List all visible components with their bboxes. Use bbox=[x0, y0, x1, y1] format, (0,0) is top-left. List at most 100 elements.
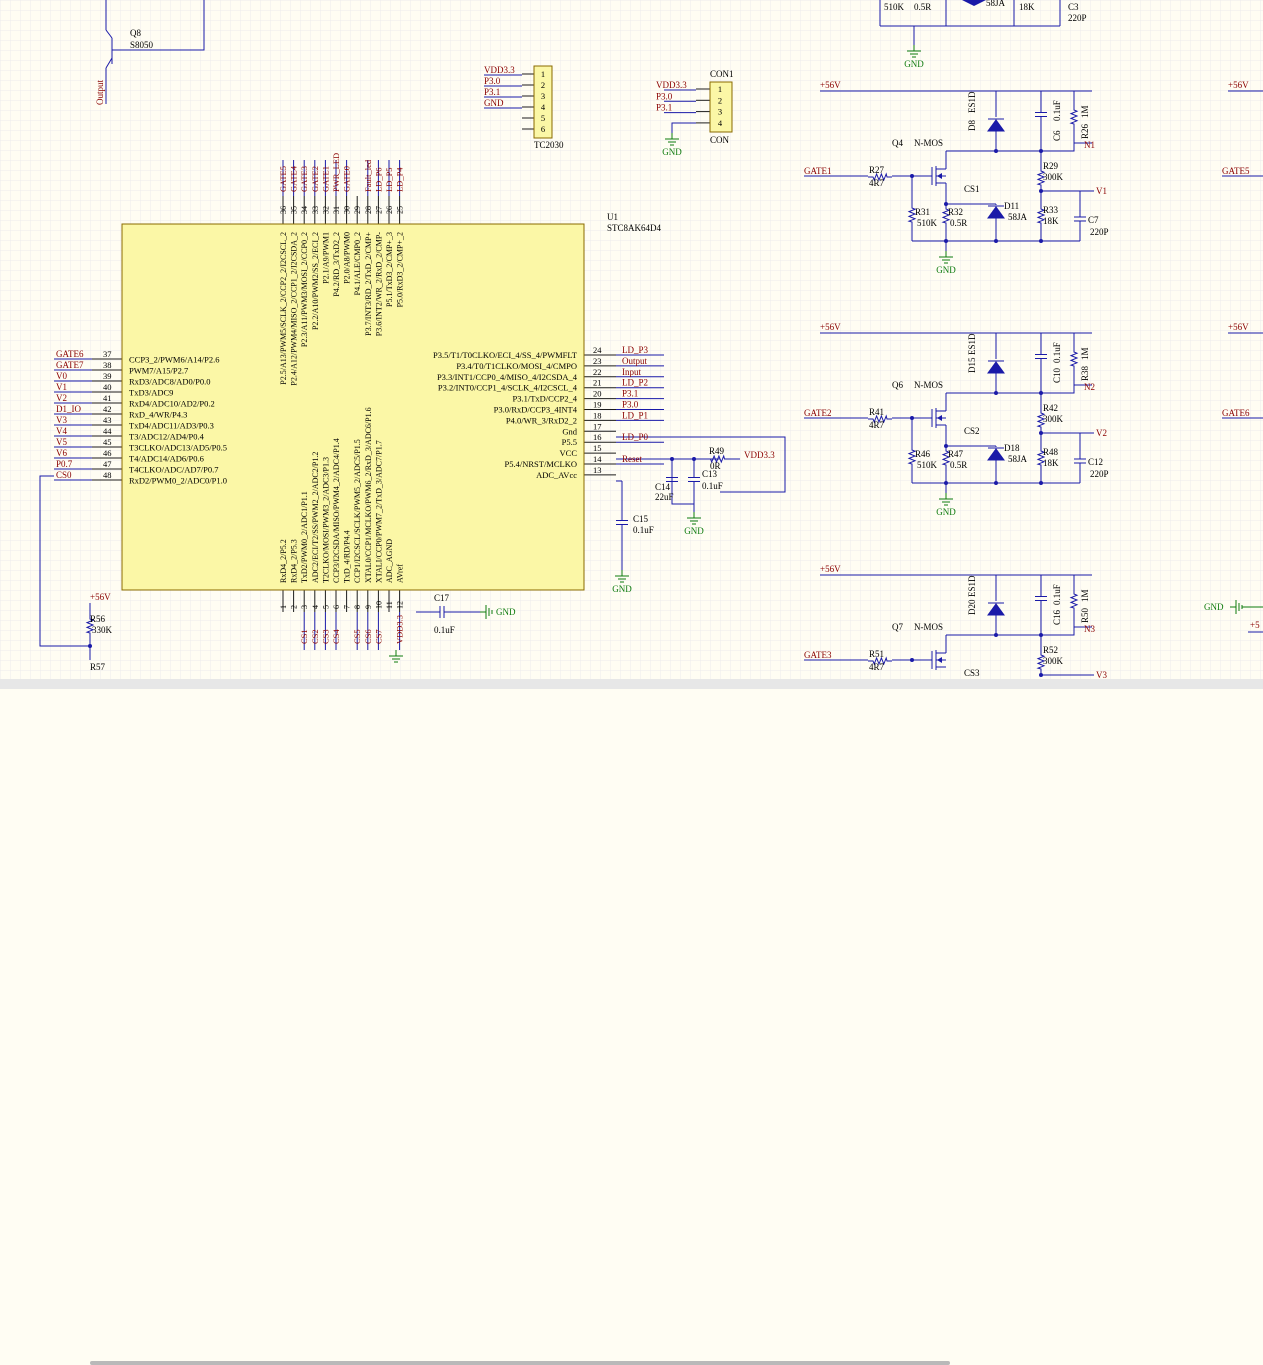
capacitor-label: C6 bbox=[1052, 130, 1062, 141]
net-label-v3: V3 bbox=[56, 415, 67, 425]
net-label: LD_P1 bbox=[622, 410, 648, 420]
resistor-value: 1M bbox=[1080, 589, 1090, 602]
partial-r-value: 510K bbox=[884, 2, 905, 12]
pin-number: 31 bbox=[332, 206, 341, 214]
net-label: LD_P0 bbox=[622, 432, 649, 442]
net-label: CS1 bbox=[299, 629, 309, 644]
resistor-value: 18K bbox=[1043, 458, 1059, 468]
gnd-label: GND bbox=[662, 147, 682, 157]
resistor-label: R38 bbox=[1080, 365, 1090, 381]
partial-c-label: C3 bbox=[1068, 2, 1079, 12]
q8-label: Q8 bbox=[130, 28, 141, 38]
net-label-gate7: GATE7 bbox=[56, 360, 84, 370]
pin-number: 22 bbox=[593, 367, 602, 377]
schematic-canvas[interactable]: U1STC8AK64D437CCP3_2/PWM6/A14/P2.6GATE63… bbox=[0, 0, 1263, 689]
supply-56v-label: +56V bbox=[820, 564, 841, 574]
junction-dot bbox=[1039, 391, 1043, 395]
output-net-label: Output bbox=[95, 80, 105, 106]
pin-number: 11 bbox=[385, 601, 394, 609]
connector-pin-number: 2 bbox=[718, 95, 722, 105]
net-label-p0.7: P0.7 bbox=[56, 459, 73, 469]
net-label-v2: V2 bbox=[56, 393, 67, 403]
net-label: LD_P4 bbox=[395, 167, 405, 192]
net-label: LD_P6 bbox=[373, 167, 383, 192]
net-label: PWR_LED bbox=[331, 153, 341, 192]
partial-r-value: 18K bbox=[1019, 2, 1035, 12]
junction-dot bbox=[1039, 673, 1043, 677]
pin-number: 37 bbox=[103, 349, 112, 359]
pin-number: 14 bbox=[593, 454, 602, 464]
gnd-label: GND bbox=[936, 265, 956, 275]
pin-name: P3.6/INT2/WR_2/RxD_2/CMP- bbox=[374, 232, 383, 337]
pin-name: CCP1/I2CSCL/SCLK/PWM5_2/ADC5/P1.5 bbox=[353, 439, 362, 583]
net-label: GATE4 bbox=[289, 165, 299, 192]
junction-dot bbox=[692, 457, 696, 461]
pin-name: T3/ADC12/AD4/P0.4 bbox=[129, 432, 205, 442]
pin-name: RxD3/ADC8/AD0/P0.0 bbox=[129, 377, 210, 387]
pin-name: P2.4/A12/PWM4/MISO_2/CCP1_2/I2CSDA_2 bbox=[290, 232, 299, 386]
net-label: Output bbox=[622, 356, 648, 366]
diode-part: ES1D bbox=[967, 91, 977, 113]
mosfet-designator: Q7 bbox=[892, 622, 903, 632]
pin-number: 18 bbox=[593, 410, 602, 420]
horizontal-scrollbar[interactable] bbox=[0, 679, 1263, 1365]
connector-net-label: VDD3.3 bbox=[656, 80, 687, 90]
gate-resistor-value: 4R7 bbox=[869, 420, 885, 430]
capacitor-label: C16 bbox=[1052, 609, 1062, 625]
net-label: LD_P5 bbox=[384, 167, 394, 192]
gnd-label: GND bbox=[496, 607, 516, 617]
pin-number: 43 bbox=[103, 415, 112, 425]
gate-resistor-label: R27 bbox=[869, 165, 885, 175]
pin-name: TxD4/ADC11/AD3/P0.3 bbox=[129, 421, 214, 431]
pin-name: RxD4_2/P5.3 bbox=[290, 539, 299, 583]
pin-name: RxD2/PWM0_2/ADC0/P1.0 bbox=[129, 476, 227, 486]
junction-dot bbox=[994, 149, 998, 153]
junction-dot bbox=[994, 239, 998, 243]
resistor-value: 510K bbox=[917, 218, 938, 228]
supply-56v-label: +56V bbox=[1228, 322, 1249, 332]
pin-number: 4 bbox=[311, 605, 320, 609]
pin-number: 47 bbox=[103, 459, 112, 469]
pin-name: TxD3/ADC9 bbox=[129, 388, 173, 398]
net-label: Fault_led bbox=[363, 159, 373, 192]
pin-name: P4.1/ALE/CMP0_2 bbox=[353, 232, 362, 295]
junction-dot bbox=[1039, 239, 1043, 243]
c17-label: C17 bbox=[434, 593, 450, 603]
net-label: CS6 bbox=[363, 629, 373, 644]
diode-part: ES1D bbox=[967, 575, 977, 597]
resistor-value: 0.5R bbox=[950, 218, 967, 228]
pin-name: CCP3/I2CSDA/MISO/PWM4_2/ADC4/P1.4 bbox=[332, 438, 341, 583]
resistor-label: R56 bbox=[90, 614, 106, 624]
net-label: P3.0 bbox=[622, 400, 639, 410]
pin-name: RxD_4/WR/P4.3 bbox=[129, 410, 187, 420]
capacitor-value: 0.1uF bbox=[1052, 342, 1062, 363]
resistor-value: 1M bbox=[1080, 105, 1090, 118]
net-label: GATE5 bbox=[278, 166, 288, 192]
pin-number: 40 bbox=[103, 382, 112, 392]
diode-label: D20 bbox=[967, 599, 977, 615]
pin-number: 17 bbox=[593, 421, 602, 431]
gate-resistor-label: R51 bbox=[869, 649, 884, 659]
pin-number: 28 bbox=[364, 206, 373, 214]
pin-name: T4/ADC14/AD6/P0.6 bbox=[129, 454, 204, 464]
diode-label: D15 bbox=[967, 357, 977, 373]
r49-label: R49 bbox=[709, 446, 725, 456]
net-label-v6: V6 bbox=[56, 448, 67, 458]
pin-name: RxD4/ADC10/AD2/P0.2 bbox=[129, 399, 215, 409]
pin-name: VCC bbox=[560, 448, 578, 458]
current-sense-label: CS2 bbox=[964, 426, 980, 436]
net-label: Reset bbox=[622, 454, 642, 464]
diode-part: ES1D bbox=[967, 333, 977, 355]
junction-dot bbox=[910, 658, 914, 662]
c15-value: 0.1uF bbox=[633, 525, 654, 535]
pin-number: 1 bbox=[279, 605, 288, 609]
gate-resistor-value: 4R7 bbox=[869, 178, 885, 188]
net-label: GATE1 bbox=[320, 166, 330, 192]
c14-label: C14 bbox=[655, 482, 671, 492]
pin-name: P3.4/T0/T1CLKO/MOSI_4/CMPO bbox=[456, 361, 577, 371]
scrollbar-thumb[interactable] bbox=[90, 1361, 950, 1365]
junction-dot bbox=[910, 174, 914, 178]
connector-pin-number: 1 bbox=[541, 69, 545, 79]
junction-dot bbox=[1039, 189, 1043, 193]
junction-dot bbox=[1039, 149, 1043, 153]
